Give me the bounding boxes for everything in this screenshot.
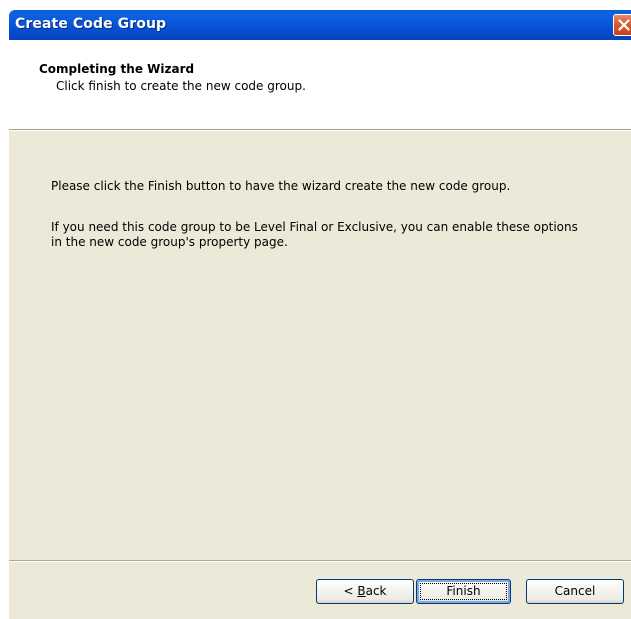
cancel-button-label: Cancel — [554, 584, 596, 598]
finish-instruction-text: Please click the Finish button to have t… — [51, 179, 511, 193]
header-subtitle: Click finish to create the new code grou… — [56, 79, 306, 93]
header-title: Completing the Wizard — [39, 62, 195, 76]
back-label-rest: ack — [365, 584, 387, 598]
wizard-header: Completing the Wizard Click finish to cr… — [9, 40, 631, 130]
title-bar[interactable]: Create Code Group — [9, 10, 631, 40]
finish-button-label: Finish — [446, 584, 481, 598]
back-accelerator: B — [357, 584, 366, 598]
close-button[interactable] — [613, 14, 631, 36]
window-left-margin — [0, 0, 9, 619]
back-arrow-text: < — [343, 584, 358, 598]
close-x-icon — [618, 19, 630, 31]
window-title: Create Code Group — [15, 16, 167, 32]
level-final-note-text: If you need this code group to be Level … — [51, 220, 578, 249]
finish-button[interactable]: Finish — [416, 579, 511, 604]
cancel-button[interactable]: Cancel — [526, 579, 624, 604]
back-button[interactable]: < Back — [316, 579, 414, 604]
footer-divider — [9, 560, 631, 562]
wizard-body: Please click the Finish button to have t… — [9, 131, 631, 619]
wizard-window: Create Code Group Completing the Wizard … — [0, 0, 631, 619]
back-button-label: < Back — [343, 584, 386, 598]
